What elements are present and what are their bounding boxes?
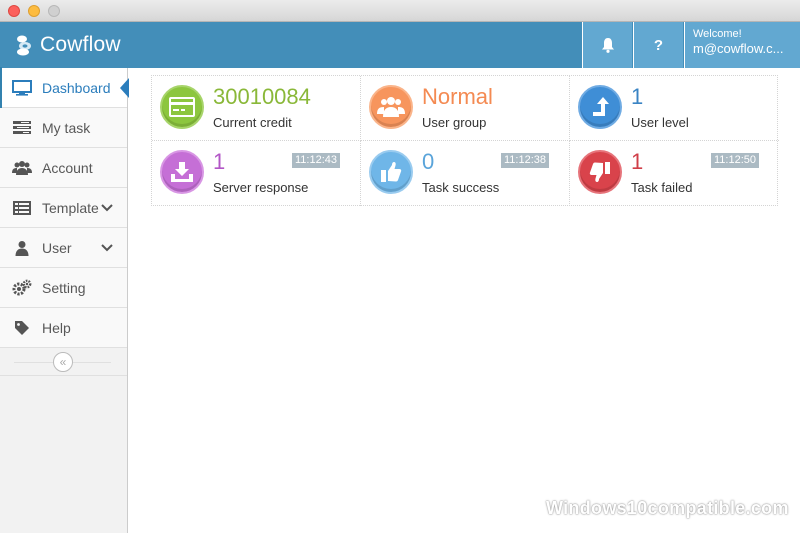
welcome-text: Welcome! xyxy=(693,28,742,40)
stat-user-level: 1 User level xyxy=(570,76,779,141)
stat-server-response: 1 Server response 11:12:43 xyxy=(152,141,361,206)
stat-user-group: Normal User group xyxy=(361,76,570,141)
sidebar-item-label: Dashboard xyxy=(42,79,111,96)
sidebar-collapse-bar: « xyxy=(0,348,127,376)
thumbs-up-icon xyxy=(369,150,413,194)
sidebar-item-label: Setting xyxy=(42,279,86,296)
sidebar-item-help[interactable]: Help xyxy=(0,308,127,348)
sidebar-item-template[interactable]: Template xyxy=(0,188,127,228)
download-icon xyxy=(160,150,204,194)
stat-value: 1 xyxy=(631,84,644,109)
stat-value: 1 xyxy=(213,149,226,174)
window-zoom-button[interactable] xyxy=(48,5,60,17)
stat-value: 1 xyxy=(631,149,644,174)
list-icon xyxy=(12,199,32,217)
divider xyxy=(0,375,127,376)
thumbs-down-icon xyxy=(578,150,622,194)
level-up-icon xyxy=(578,85,622,129)
stat-label: Task success xyxy=(422,180,500,195)
stat-value: Normal xyxy=(422,84,493,109)
app-name: Cowflow xyxy=(40,33,121,56)
tag-icon xyxy=(12,319,32,337)
chevron-down-icon xyxy=(101,243,119,252)
user-menu[interactable]: Welcome! m@cowflow.c... xyxy=(684,22,800,68)
timestamp-badge: 11:12:43 xyxy=(291,153,340,168)
stat-current-credit: 30010084 Current credit xyxy=(152,76,361,141)
window-close-button[interactable] xyxy=(8,5,20,17)
user-email: m@cowflow.c... xyxy=(693,41,784,56)
window-titlebar xyxy=(0,0,800,22)
sidebar-item-setting[interactable]: Setting xyxy=(0,268,127,308)
timestamp-badge: 11:12:50 xyxy=(710,153,759,168)
chevron-down-icon xyxy=(101,203,119,212)
sidebar-item-my-task[interactable]: My task xyxy=(0,108,127,148)
stat-label: User level xyxy=(631,115,689,130)
sidebar-item-user[interactable]: User xyxy=(0,228,127,268)
gears-icon xyxy=(12,279,32,297)
stat-value: 30010084 xyxy=(213,84,311,109)
brand[interactable]: Cowflow xyxy=(14,31,121,59)
stat-label: Server response xyxy=(213,180,309,195)
bell-icon xyxy=(601,38,614,53)
sidebar-collapse-button[interactable]: « xyxy=(53,352,73,372)
sidebar-item-label: Help xyxy=(42,319,71,336)
stats-grid: 30010084 Current credit Normal User grou… xyxy=(151,75,779,206)
stat-label: Task failed xyxy=(631,180,693,195)
group-icon xyxy=(369,85,413,129)
stat-label: Current credit xyxy=(213,115,292,130)
stat-task-success: 0 Task success 11:12:38 xyxy=(361,141,570,206)
cowflow-logo-icon xyxy=(17,35,31,56)
sidebar-item-label: Template xyxy=(42,199,99,216)
watermark: Windows10compatible.com xyxy=(546,498,789,518)
notifications-button[interactable] xyxy=(582,22,632,68)
question-icon: ? xyxy=(653,36,664,54)
sidebar-item-label: Account xyxy=(42,159,93,176)
stat-value: 0 xyxy=(422,149,435,174)
stat-task-failed: 1 Task failed 11:12:50 xyxy=(570,141,779,206)
monitor-icon xyxy=(12,79,32,97)
users-icon xyxy=(12,159,32,177)
app-header: Cowflow ? Welcome! m@cowflow.c... xyxy=(0,22,800,68)
sidebar: Dashboard My task Account Template User xyxy=(0,67,129,533)
help-button[interactable]: ? xyxy=(633,22,683,68)
credit-card-icon xyxy=(160,85,204,129)
stat-label: User group xyxy=(422,115,487,130)
double-chevron-left-icon: « xyxy=(59,355,67,369)
window-minimize-button[interactable] xyxy=(28,5,40,17)
user-icon xyxy=(12,239,32,257)
sidebar-item-label: My task xyxy=(42,119,91,136)
sidebar-item-dashboard[interactable]: Dashboard xyxy=(0,67,129,108)
tasks-icon xyxy=(12,119,32,137)
sidebar-item-label: User xyxy=(42,239,72,256)
sidebar-item-account[interactable]: Account xyxy=(0,148,127,188)
timestamp-badge: 11:12:38 xyxy=(500,153,549,168)
